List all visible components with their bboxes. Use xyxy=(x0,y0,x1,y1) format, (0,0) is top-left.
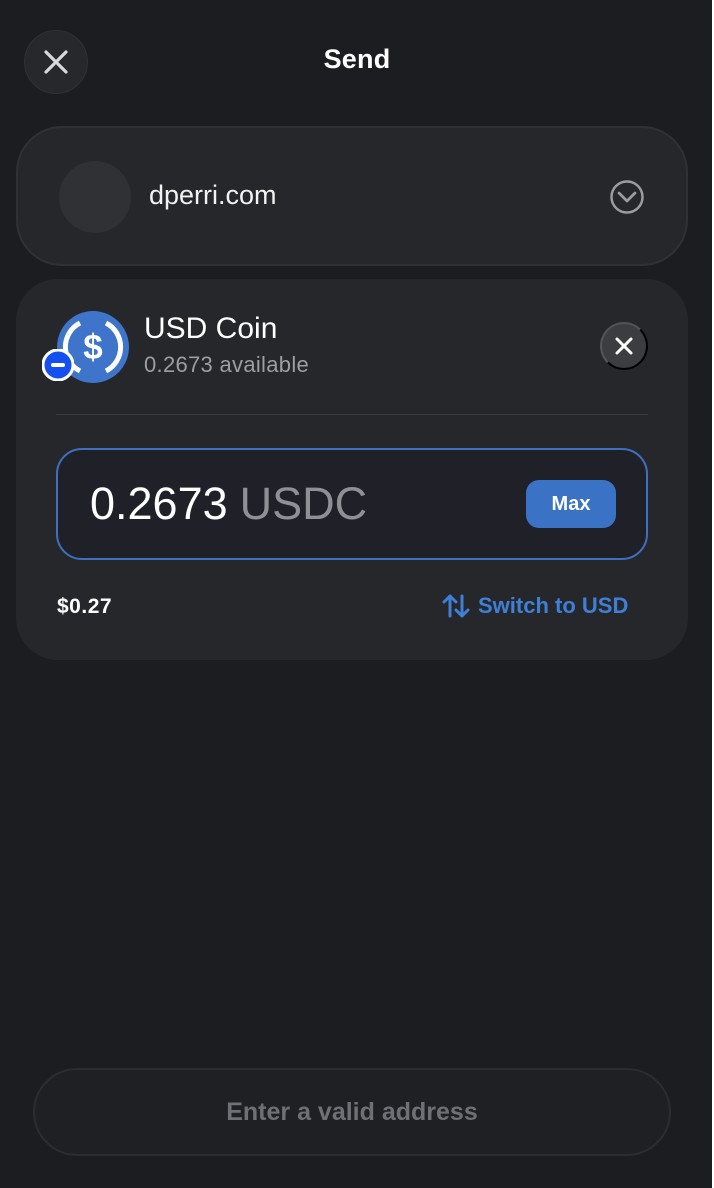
network-badge-icon xyxy=(42,349,74,381)
amount-text: 0.2673 USDC xyxy=(90,478,367,530)
amount-unit: USDC xyxy=(239,478,368,529)
page-title: Send xyxy=(323,44,391,74)
recipient-selector[interactable]: dperri.com xyxy=(16,126,688,266)
close-icon xyxy=(615,337,633,355)
divider xyxy=(56,414,648,415)
send-screen: Send dperri.com $ USD Coin 0.2673 availa… xyxy=(0,0,714,1188)
token-balance: 0.2673 available xyxy=(144,352,310,377)
fiat-value: $0.27 xyxy=(57,595,113,618)
amount-value: 0.2673 xyxy=(90,478,228,529)
token-icon-wrap: $ xyxy=(42,310,130,384)
remove-token-button[interactable] xyxy=(600,322,648,370)
max-button[interactable]: Max xyxy=(526,480,616,528)
switch-label: Switch to USD xyxy=(478,593,629,618)
chevron-down-icon[interactable] xyxy=(609,179,645,215)
svg-text:$: $ xyxy=(83,328,102,367)
submit-button[interactable]: Enter a valid address xyxy=(33,1068,671,1156)
swap-vertical-icon xyxy=(442,594,470,618)
switch-currency-button[interactable]: Switch to USD xyxy=(441,591,628,621)
token-amount-card: $ USD Coin 0.2673 available 0.2673 USDC M… xyxy=(16,279,688,660)
token-name: USD Coin xyxy=(144,312,278,345)
avatar xyxy=(59,161,131,233)
amount-input[interactable]: 0.2673 USDC Max xyxy=(56,448,648,560)
recipient-name: dperri.com xyxy=(149,180,277,210)
